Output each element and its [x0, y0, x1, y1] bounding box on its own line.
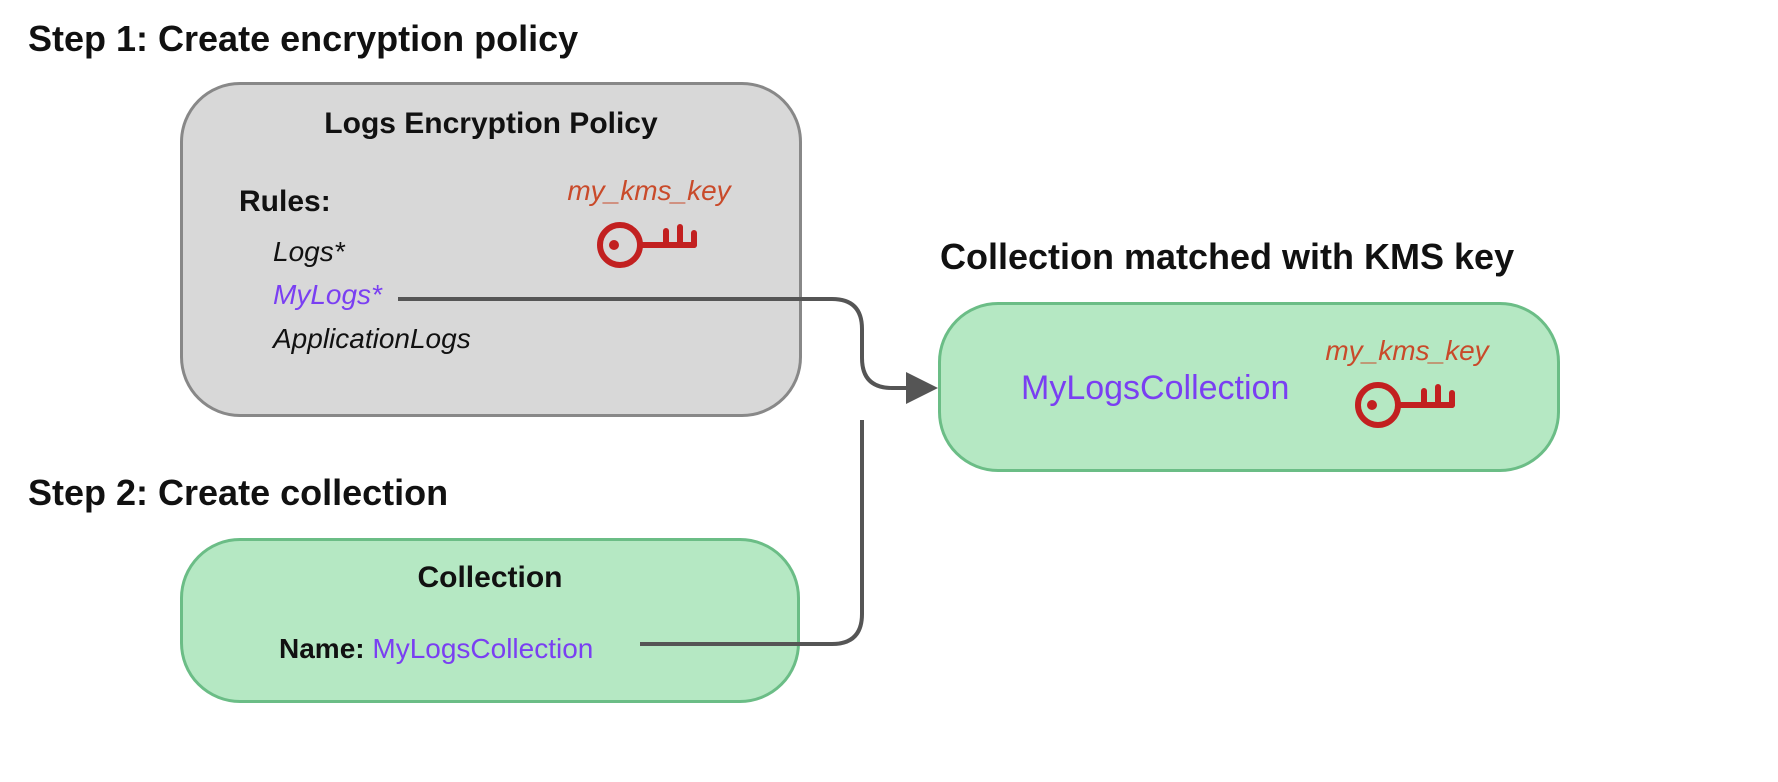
policy-panel-title: Logs Encryption Policy [183, 107, 799, 141]
step2-heading: Step 2: Create collection [28, 472, 448, 514]
result-panel: MyLogsCollection my_kms_key [938, 302, 1560, 472]
collection-panel: Collection Name: MyLogsCollection [180, 538, 800, 703]
result-heading: Collection matched with KMS key [940, 236, 1514, 278]
result-collection-name: MyLogsCollection [1021, 369, 1289, 408]
rules-label: Rules: [239, 185, 331, 219]
policy-key-group: my_kms_key [559, 175, 739, 271]
key-icon [1317, 371, 1497, 431]
result-key-group: my_kms_key [1317, 335, 1497, 431]
rule-item-0: Logs* [273, 230, 471, 273]
collection-panel-title: Collection [183, 561, 797, 595]
step1-heading: Step 1: Create encryption policy [28, 18, 578, 60]
rule-item-2: ApplicationLogs [273, 317, 471, 360]
rule-item-1: MyLogs* [273, 273, 471, 316]
key-icon [559, 211, 739, 271]
policy-key-label: my_kms_key [559, 175, 739, 207]
result-key-label: my_kms_key [1317, 335, 1497, 367]
policy-panel: Logs Encryption Policy Rules: Logs* MyLo… [180, 82, 802, 417]
collection-name-label: Name: [279, 633, 372, 664]
collection-name-value: MyLogsCollection [372, 633, 593, 664]
